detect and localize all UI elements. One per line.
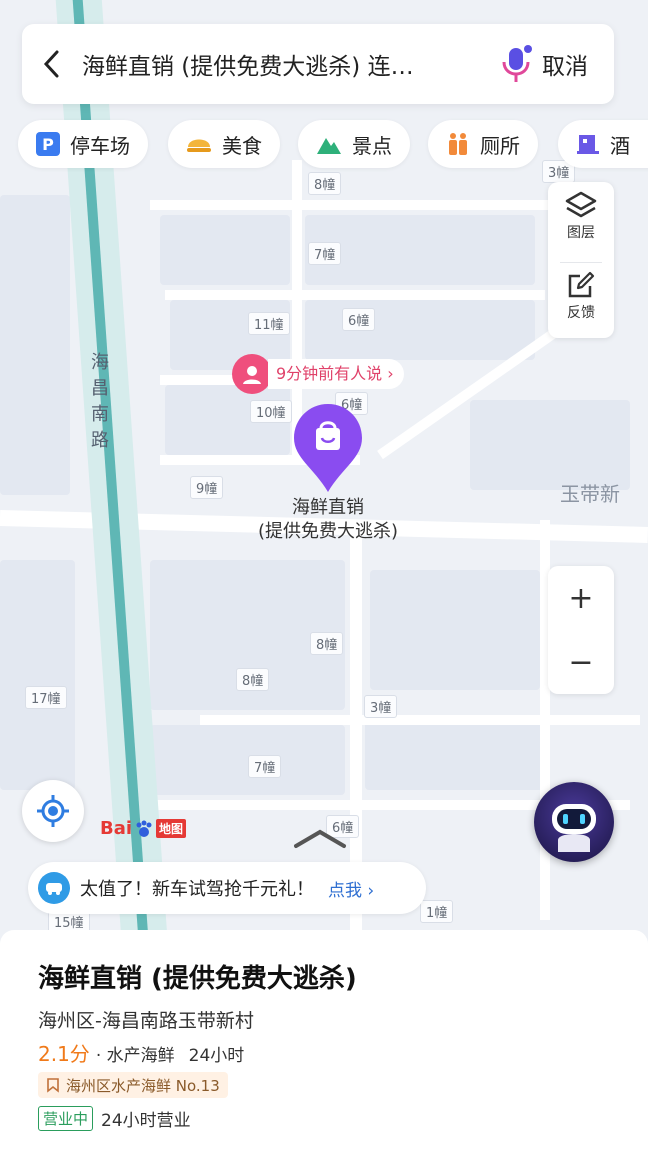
location-target-icon bbox=[37, 795, 69, 827]
place-address: 海州区-海昌南路玉带新村 bbox=[38, 1010, 254, 1032]
scenic-icon bbox=[317, 138, 341, 154]
hotel-icon bbox=[577, 135, 599, 154]
map-block bbox=[365, 720, 545, 790]
robot-icon bbox=[552, 804, 596, 852]
pin-label-line1: 海鲜直销 bbox=[292, 497, 364, 518]
place-meta: 2.1分 · 水产海鲜 24小时 bbox=[38, 1038, 244, 1067]
feedback-button[interactable]: 反馈 bbox=[548, 270, 614, 336]
shopping-bag-pin-icon bbox=[294, 404, 362, 492]
baidu-map-logo: Bai 地图 bbox=[100, 818, 187, 839]
promo-action[interactable]: 点我 › bbox=[328, 876, 374, 901]
map-road bbox=[165, 290, 545, 300]
rank-tag[interactable]: 海州区水产海鲜 No.13 bbox=[38, 1072, 228, 1098]
search-bar: 海鲜直销 (提供免费大逃杀) 连… 取消 bbox=[22, 24, 614, 104]
building-label: 1幢 bbox=[420, 900, 454, 923]
promo-text: 太值了！新车试驾抢千元礼！ bbox=[80, 879, 314, 900]
area-label: 玉带新 bbox=[560, 482, 620, 506]
place-pin[interactable] bbox=[292, 402, 364, 494]
promo-banner[interactable]: 太值了！新车试驾抢千元礼！ 点我 › bbox=[28, 862, 426, 914]
logo-text: Bai bbox=[100, 818, 133, 839]
map-block bbox=[0, 195, 70, 495]
comment-bubble-text: 9分钟前有人说 › bbox=[268, 359, 404, 389]
map-road bbox=[200, 715, 640, 725]
status-badge: 营业中 bbox=[38, 1106, 94, 1131]
place-name: 海鲜直销 (提供免费大逃杀) bbox=[38, 964, 357, 994]
pin-label: 海鲜直销 (提供免费大逃杀) bbox=[228, 496, 428, 544]
comment-bubble[interactable]: 9分钟前有人说 › bbox=[232, 354, 404, 394]
voice-button[interactable] bbox=[496, 39, 536, 89]
zoom-out-button[interactable]: − bbox=[548, 630, 614, 694]
user-avatar-icon bbox=[232, 354, 272, 394]
hours-text: 24小时营业 bbox=[101, 1111, 191, 1131]
building-label: 17幢 bbox=[25, 686, 67, 709]
cancel-button[interactable]: 取消 bbox=[542, 47, 588, 81]
back-button[interactable] bbox=[22, 24, 82, 104]
divider bbox=[560, 262, 602, 263]
building-label: 6幢 bbox=[342, 308, 376, 331]
food-icon bbox=[187, 139, 211, 152]
zoom-panel: + − bbox=[548, 566, 614, 694]
chevron-left-icon bbox=[43, 50, 59, 78]
locate-button[interactable] bbox=[22, 780, 84, 842]
parking-icon: P bbox=[36, 132, 60, 156]
category-chip-parking[interactable]: P 停车场 bbox=[18, 120, 148, 168]
search-input[interactable]: 海鲜直销 (提供免费大逃杀) 连… bbox=[82, 47, 496, 81]
place-detail-sheet[interactable]: 海鲜直销 (提供免费大逃杀) 海州区-海昌南路玉带新村 2.1分 · 水产海鲜 … bbox=[0, 930, 648, 1150]
road-label: 海昌南路 bbox=[91, 352, 109, 451]
map-road bbox=[150, 200, 570, 210]
microphone-icon bbox=[502, 45, 532, 82]
place-hours-short: 24小时 bbox=[188, 1046, 245, 1066]
building-label: 7幢 bbox=[308, 242, 342, 265]
paw-icon bbox=[134, 819, 154, 839]
map-block bbox=[160, 215, 290, 285]
map-block bbox=[0, 560, 75, 790]
chip-label: 美食 bbox=[222, 133, 262, 158]
chip-label: 停车场 bbox=[70, 133, 130, 158]
layers-button[interactable]: 图层 bbox=[548, 190, 614, 256]
layers-label: 图层 bbox=[567, 225, 595, 241]
pin-label-line2: (提供免费大逃杀) bbox=[257, 521, 399, 542]
map-block bbox=[470, 400, 630, 490]
car-icon bbox=[38, 872, 70, 904]
ai-assistant-button[interactable] bbox=[534, 782, 614, 862]
logo-suffix: 地图 bbox=[156, 819, 187, 838]
building-label: 7幢 bbox=[248, 755, 282, 778]
zoom-in-button[interactable]: + bbox=[548, 566, 614, 630]
tag-icon bbox=[47, 1078, 59, 1093]
toilet-icon bbox=[449, 133, 467, 155]
sheet-handle[interactable] bbox=[292, 826, 348, 850]
map-block bbox=[370, 570, 540, 690]
edit-icon bbox=[568, 271, 595, 298]
category-chip-hotel[interactable]: 酒 bbox=[558, 120, 648, 168]
category-chip-scenic[interactable]: 景点 bbox=[298, 120, 410, 168]
building-label: 3幢 bbox=[364, 695, 398, 718]
chip-label: 景点 bbox=[352, 133, 392, 158]
rating: 2.1分 bbox=[38, 1042, 90, 1066]
chip-label: 厕所 bbox=[480, 133, 520, 158]
open-status: 营业中 24小时营业 bbox=[38, 1106, 191, 1131]
building-label: 10幢 bbox=[250, 400, 292, 423]
map-block bbox=[305, 300, 535, 360]
chevron-up-icon bbox=[294, 829, 346, 848]
category-chip-food[interactable]: 美食 bbox=[168, 120, 280, 168]
building-label: 8幢 bbox=[310, 632, 344, 655]
place-category: · 水产海鲜 bbox=[95, 1046, 175, 1066]
chip-label: 酒 bbox=[610, 133, 630, 158]
building-label: 8幢 bbox=[308, 172, 342, 195]
layers-icon bbox=[565, 191, 597, 218]
building-label: 11幢 bbox=[248, 312, 290, 335]
map-tools-panel: 图层 反馈 bbox=[548, 182, 614, 338]
feedback-label: 反馈 bbox=[567, 305, 595, 321]
rank-tag-label: 海州区水产海鲜 No.13 bbox=[66, 1076, 220, 1095]
building-label: 9幢 bbox=[190, 476, 224, 499]
building-label: 8幢 bbox=[236, 668, 270, 691]
category-chip-toilet[interactable]: 厕所 bbox=[428, 120, 538, 168]
